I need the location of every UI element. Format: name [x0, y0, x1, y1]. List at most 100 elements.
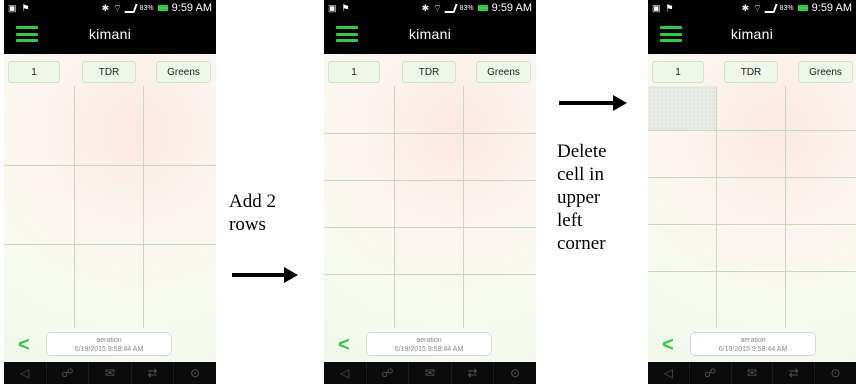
- grid-line-vertical: [785, 86, 786, 328]
- grid-line-vertical: [463, 86, 464, 328]
- satellite-icon[interactable]: ☍: [690, 362, 732, 384]
- signal-icon: [443, 3, 458, 13]
- wifi-icon: ⌔: [433, 2, 442, 13]
- tab-tdr[interactable]: TDR: [724, 61, 778, 83]
- footer-timestamp: 6/19/2015 9:58:44 AM: [718, 346, 788, 353]
- mail-icon[interactable]: ✉: [732, 362, 774, 384]
- bottom-nav: ◁ ☍ ✉ ⇄ ⊙: [324, 362, 536, 384]
- signal-icon: [123, 3, 138, 13]
- grid-line-vertical: [716, 86, 717, 328]
- content-area: 1 TDR Greens < aeration 6/19/2015 9:58:4…: [4, 54, 216, 362]
- battery-percent: 83%: [779, 4, 794, 12]
- bottom-nav: ◁ ☍ ✉ ⇄ ⊙: [4, 362, 216, 384]
- tab-row: 1 TDR Greens: [648, 61, 856, 83]
- status-time: 9:59 AM: [811, 2, 852, 14]
- app-title: kimani: [88, 26, 132, 42]
- grid-line-horizontal: [324, 227, 536, 228]
- battery-percent: 83%: [139, 4, 154, 12]
- grid-line-vertical: [143, 86, 144, 328]
- footer-row: < aeration 6/19/2015 9:58:44 AM: [648, 332, 856, 358]
- footer-label: aeration: [740, 337, 766, 344]
- grid-line-horizontal: [324, 133, 536, 134]
- status-bar: ▣ ⚑ ✱ ⌔ 83% 9:59 AM: [4, 0, 216, 16]
- grid[interactable]: [324, 86, 536, 328]
- bottom-nav: ◁ ☍ ✉ ⇄ ⊙: [648, 362, 856, 384]
- grid-line-vertical: [394, 86, 395, 328]
- bluetooth-icon: ✱: [421, 2, 430, 13]
- notification-icon: ⚑: [665, 2, 674, 13]
- grid-line-vertical: [74, 86, 75, 328]
- grid-line-horizontal: [4, 165, 216, 166]
- app-bar: kimani: [4, 16, 216, 54]
- caption-add-rows: Add 2 rows: [229, 191, 276, 235]
- grid-line-horizontal: [648, 130, 856, 131]
- phone-screen-3: ▣ ⚑ ✱ ⌔ 83% 9:59 AM kimani 1 TDR Greens: [648, 0, 856, 384]
- wifi-icon: ⌔: [113, 2, 122, 13]
- app-bar: kimani: [324, 16, 536, 54]
- tab-tdr[interactable]: TDR: [402, 61, 456, 83]
- signal-icon: [763, 3, 778, 13]
- tab-greens[interactable]: Greens: [798, 61, 853, 83]
- footer-label: aeration: [416, 337, 442, 344]
- grid-line-horizontal: [4, 244, 216, 245]
- tab-1[interactable]: 1: [652, 61, 704, 83]
- battery-icon: [157, 5, 168, 11]
- transfer-icon[interactable]: ⇄: [132, 362, 175, 384]
- notification-icon: ⚑: [21, 2, 30, 13]
- mail-icon[interactable]: ✉: [89, 362, 132, 384]
- tab-1[interactable]: 1: [8, 61, 60, 83]
- caption-delete-cell: Delete cell in upper left corner: [557, 141, 607, 254]
- location-pin-icon[interactable]: ⊙: [815, 362, 856, 384]
- notification-icon: ⚑: [341, 2, 350, 13]
- info-box: aeration 6/19/2015 9:58:44 AM: [46, 332, 172, 356]
- status-time: 9:59 AM: [491, 2, 532, 14]
- tab-tdr[interactable]: TDR: [82, 61, 136, 83]
- tab-greens[interactable]: Greens: [156, 61, 211, 83]
- info-box: aeration 6/19/2015 9:58:44 AM: [366, 332, 492, 356]
- tab-1[interactable]: 1: [328, 61, 380, 83]
- battery-icon: [477, 5, 488, 11]
- footer-row: < aeration 6/19/2015 9:58:44 AM: [4, 332, 216, 358]
- grid[interactable]: [648, 86, 856, 328]
- grid[interactable]: [4, 86, 216, 328]
- gallery-icon: ▣: [652, 2, 661, 13]
- deleted-cell[interactable]: [648, 86, 716, 130]
- speaker-icon[interactable]: ◁: [324, 362, 367, 384]
- speaker-icon[interactable]: ◁: [648, 362, 690, 384]
- mail-icon[interactable]: ✉: [409, 362, 452, 384]
- phone-screen-1: ▣ ⚑ ✱ ⌔ 83% 9:59 AM kimani 1 TDR Greens <: [4, 0, 216, 384]
- app-title: kimani: [408, 26, 452, 42]
- battery-icon: [797, 5, 808, 11]
- location-pin-icon[interactable]: ⊙: [494, 362, 536, 384]
- tab-row: 1 TDR Greens: [324, 61, 536, 83]
- transfer-icon[interactable]: ⇄: [452, 362, 495, 384]
- tab-greens[interactable]: Greens: [476, 61, 531, 83]
- arrow-right: [559, 95, 627, 111]
- grid-line-horizontal: [648, 224, 856, 225]
- back-arrow-icon[interactable]: <: [338, 335, 350, 355]
- footer-row: < aeration 6/19/2015 9:58:44 AM: [324, 332, 536, 358]
- satellite-icon[interactable]: ☍: [47, 362, 90, 384]
- content-area: 1 TDR Greens < aeration 6/19/2015 9:58:4…: [648, 54, 856, 362]
- status-bar: ▣ ⚑ ✱ ⌔ 83% 9:59 AM: [324, 0, 536, 16]
- status-time: 9:59 AM: [171, 2, 212, 14]
- info-box: aeration 6/19/2015 9:58:44 AM: [690, 332, 816, 356]
- gallery-icon: ▣: [8, 2, 17, 13]
- speaker-icon[interactable]: ◁: [4, 362, 47, 384]
- battery-percent: 83%: [459, 4, 474, 12]
- footer-timestamp: 6/19/2015 9:58:44 AM: [394, 346, 464, 353]
- back-arrow-icon[interactable]: <: [18, 335, 30, 355]
- content-area: 1 TDR Greens < aeration 6/19/2015 9:58:4…: [324, 54, 536, 362]
- grid-line-horizontal: [324, 274, 536, 275]
- transfer-icon[interactable]: ⇄: [773, 362, 816, 384]
- tab-row: 1 TDR Greens: [4, 61, 216, 83]
- wifi-icon: ⌔: [753, 2, 762, 13]
- app-bar: kimani: [648, 16, 856, 54]
- arrow-right: [232, 267, 298, 283]
- status-bar: ▣ ⚑ ✱ ⌔ 83% 9:59 AM: [648, 0, 856, 16]
- satellite-icon[interactable]: ☍: [367, 362, 410, 384]
- location-pin-icon[interactable]: ⊙: [174, 362, 216, 384]
- back-arrow-icon[interactable]: <: [662, 335, 674, 355]
- grid-line-horizontal: [324, 180, 536, 181]
- footer-label: aeration: [96, 337, 122, 344]
